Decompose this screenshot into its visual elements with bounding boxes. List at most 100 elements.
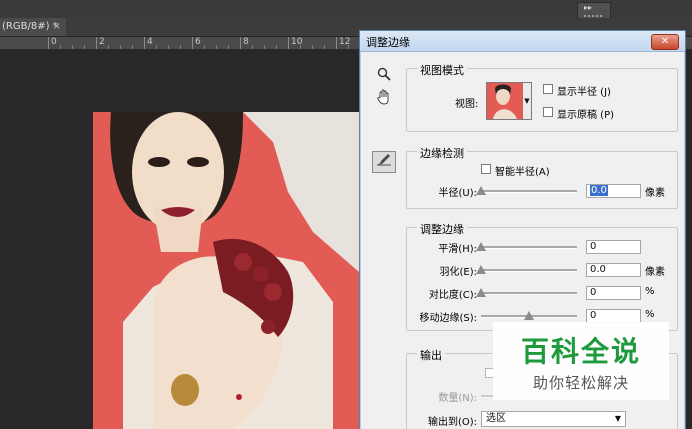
adjust-row-input[interactable]: 0 bbox=[586, 309, 641, 323]
adjust-row-label: 平滑(H): bbox=[438, 244, 477, 255]
document-tab[interactable]: (RGB/8#) * × bbox=[0, 18, 66, 36]
output-legend: 输出 bbox=[417, 347, 445, 363]
ruler-label: 8 bbox=[243, 37, 249, 47]
ruler-major-tick bbox=[96, 37, 97, 49]
zoom-icon[interactable] bbox=[377, 67, 391, 81]
view-label: 视图: bbox=[455, 99, 479, 110]
edge-detection-group: 边缘检测 智能半径(A) 半径(U): 0.0 像素 bbox=[406, 145, 678, 209]
adjust-edge-legend: 调整边缘 bbox=[417, 221, 467, 237]
ruler-minor-tick bbox=[84, 45, 85, 49]
smart-radius-checkbox[interactable] bbox=[481, 164, 491, 174]
adjust-row-unit: % bbox=[645, 286, 655, 297]
slider-track[interactable] bbox=[481, 246, 577, 249]
ruler-label: 4 bbox=[147, 37, 153, 47]
watermark-title: 百科全说 bbox=[520, 335, 641, 368]
edge-detection-legend: 边缘检测 bbox=[417, 145, 467, 161]
ruler-major-tick bbox=[240, 37, 241, 49]
adjust-row-input[interactable]: 0 bbox=[586, 286, 641, 300]
ruler-minor-tick bbox=[252, 45, 253, 49]
dialog-title: 调整边缘 bbox=[366, 36, 410, 49]
radius-unit: 像素 bbox=[645, 188, 665, 199]
adjust-row-input[interactable]: 0 bbox=[586, 240, 641, 254]
show-original-label: 显示原稿 (P) bbox=[557, 110, 615, 121]
close-button[interactable]: ✕ bbox=[651, 34, 679, 50]
refine-radius-brush-icon[interactable] bbox=[376, 152, 392, 166]
ruler-minor-tick bbox=[312, 45, 313, 49]
adjust-row-unit: % bbox=[645, 309, 655, 320]
slider-thumb[interactable] bbox=[476, 288, 486, 297]
adjust-row-slider[interactable] bbox=[476, 241, 577, 253]
slider-thumb[interactable] bbox=[476, 242, 486, 251]
portrait-image bbox=[93, 112, 359, 429]
ruler-minor-tick bbox=[132, 45, 133, 49]
slider-track[interactable] bbox=[481, 269, 577, 272]
canvas-photo bbox=[93, 112, 359, 429]
ruler-label: 6 bbox=[195, 37, 201, 47]
ruler-minor-tick bbox=[228, 45, 229, 49]
adjust-row-label: 羽化(E): bbox=[439, 267, 478, 278]
radius-slider-track[interactable] bbox=[481, 190, 577, 193]
ruler-minor-tick bbox=[168, 45, 169, 49]
radius-value: 0.0 bbox=[590, 185, 608, 196]
view-thumbnail[interactable] bbox=[486, 82, 524, 120]
output-to-value: 选区 bbox=[486, 413, 506, 424]
ruler-minor-tick bbox=[72, 45, 73, 49]
ruler-minor-tick bbox=[276, 45, 277, 49]
ruler-minor-tick bbox=[216, 45, 217, 49]
show-radius-label: 显示半径 (J) bbox=[557, 87, 611, 98]
amount-label: 数量(N): bbox=[438, 393, 477, 404]
show-radius-checkbox[interactable] bbox=[543, 84, 553, 94]
smart-radius-label: 智能半径(A) bbox=[495, 167, 550, 178]
view-mode-legend: 视图模式 bbox=[417, 62, 467, 78]
adjust-edge-group: 调整边缘 平滑(H): 0 羽化(E): 0.0 像素对比度(C): 0% 移动边缘(S):… bbox=[406, 221, 678, 331]
zoom-tool[interactable] bbox=[374, 67, 394, 87]
radius-slider-thumb[interactable] bbox=[476, 186, 486, 195]
expand-panel-icon[interactable]: ▸▸ bbox=[584, 3, 592, 12]
ruler-minor-tick bbox=[348, 45, 349, 49]
adjust-row-label: 对比度(C): bbox=[428, 290, 477, 301]
view-mode-group: 视图模式 视图: ▼ 显示半径 (J) 显示原稿 (P) bbox=[406, 62, 678, 132]
adjust-row-unit: 像素 bbox=[645, 267, 665, 278]
output-to-select[interactable]: 选区 ▼ bbox=[481, 411, 626, 427]
close-icon[interactable]: ✕ bbox=[661, 36, 669, 47]
refine-radius-tool[interactable] bbox=[372, 151, 396, 173]
watermark-subtitle: 助你轻松解决 bbox=[532, 374, 629, 392]
slider-thumb[interactable] bbox=[476, 265, 486, 274]
adjust-row-label: 移动边缘(S): bbox=[419, 313, 477, 324]
ruler-minor-tick bbox=[204, 45, 205, 49]
ruler-major-tick bbox=[144, 37, 145, 49]
adjust-row-slider[interactable] bbox=[481, 310, 577, 322]
tab-close-icon[interactable]: × bbox=[53, 18, 61, 36]
slider-thumb[interactable] bbox=[524, 311, 534, 320]
show-original-checkbox[interactable] bbox=[543, 107, 553, 117]
document-tab-label: (RGB/8#) * bbox=[2, 21, 58, 32]
radius-slider[interactable] bbox=[476, 185, 577, 197]
ruler-major-tick bbox=[336, 37, 337, 49]
photoshop-workspace: ▸▸ (RGB/8#) * × 02468101214 bbox=[0, 0, 692, 429]
adjust-row-input[interactable]: 0.0 bbox=[586, 263, 641, 277]
ruler-minor-tick bbox=[156, 45, 157, 49]
slider-track[interactable] bbox=[481, 292, 577, 295]
ruler-major-tick bbox=[48, 37, 49, 49]
radius-input[interactable]: 0.0 bbox=[586, 184, 641, 198]
adjust-row-slider[interactable] bbox=[476, 264, 577, 276]
view-dropdown-arrow-icon[interactable]: ▼ bbox=[523, 82, 532, 120]
ruler-minor-tick bbox=[324, 45, 325, 49]
dialog-titlebar[interactable]: 调整边缘 ✕ bbox=[360, 31, 685, 52]
ruler-label: 0 bbox=[51, 37, 57, 47]
chevron-down-icon[interactable]: ▼ bbox=[615, 412, 621, 426]
ruler-minor-tick bbox=[120, 45, 121, 49]
ruler-minor-tick bbox=[264, 45, 265, 49]
ruler-minor-tick bbox=[60, 45, 61, 49]
radius-label: 半径(U): bbox=[438, 188, 478, 199]
ruler-major-tick bbox=[192, 37, 193, 49]
view-preview-icon[interactable] bbox=[487, 83, 523, 119]
ruler-minor-tick bbox=[300, 45, 301, 49]
ruler-minor-tick bbox=[108, 45, 109, 49]
watermark: 百科全说 助你轻松解决 bbox=[493, 322, 669, 400]
adjust-row-slider[interactable] bbox=[476, 287, 577, 299]
hand-icon[interactable] bbox=[377, 89, 391, 105]
ruler-minor-tick bbox=[180, 45, 181, 49]
ruler-major-tick bbox=[288, 37, 289, 49]
hand-tool[interactable] bbox=[374, 89, 394, 109]
